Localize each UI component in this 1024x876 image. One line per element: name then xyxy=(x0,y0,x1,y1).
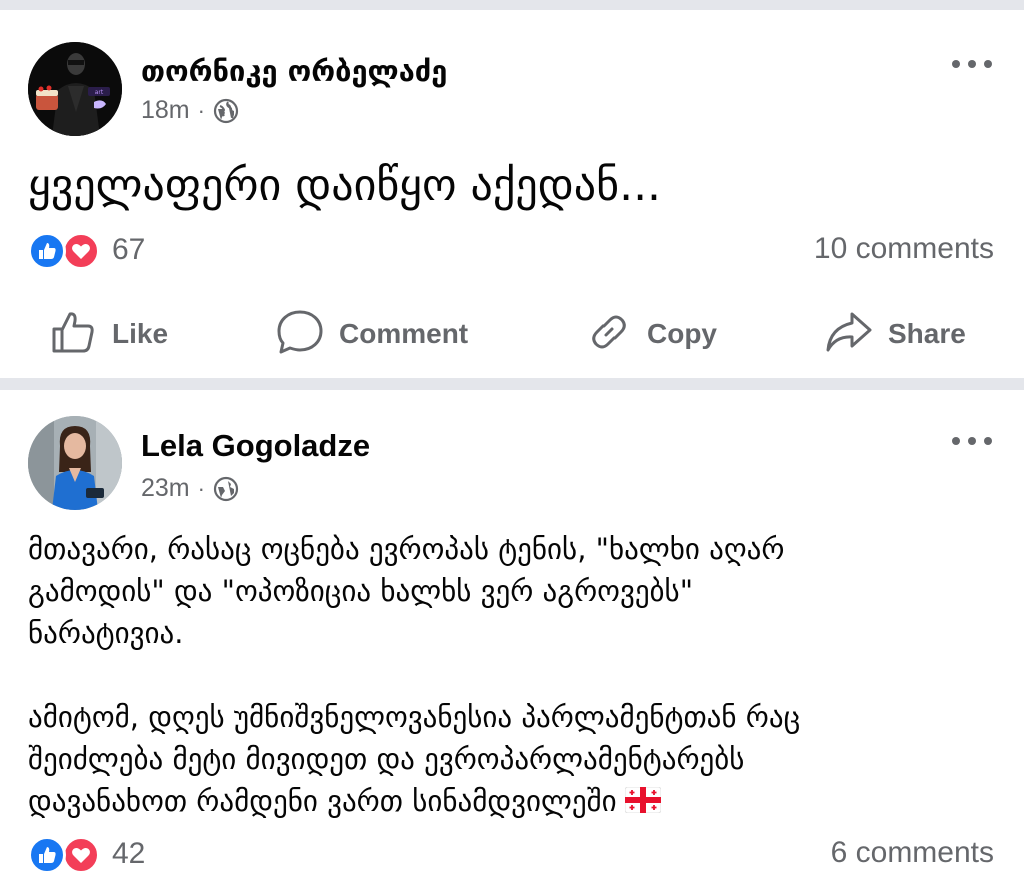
more-dot-icon xyxy=(984,437,992,445)
post-meta: 23m · xyxy=(141,474,239,503)
post-actions-bar: Like Comment Copy Share xyxy=(0,306,1024,362)
georgia-flag-icon xyxy=(624,782,662,824)
post-meta: 18m · xyxy=(141,96,239,125)
globe-icon xyxy=(213,98,239,124)
meta-separator: · xyxy=(197,97,205,123)
post-paragraph-text: ამიტომ, დღეს უმნიშვნელოვანესია პარლამენტ… xyxy=(28,700,801,818)
share-arrow-icon xyxy=(824,308,874,360)
feed-divider xyxy=(0,378,1024,390)
thumbs-up-icon xyxy=(50,308,98,360)
like-reaction-icon xyxy=(28,232,66,270)
reaction-count: 67 xyxy=(112,233,146,266)
reactions-summary[interactable]: 42 xyxy=(28,834,145,874)
comments-count-link[interactable]: 10 comments xyxy=(814,232,994,266)
more-dot-icon xyxy=(968,437,976,445)
post-paragraph: ამიტომ, დღეს უმნიშვნელოვანესია პარლამენტ… xyxy=(28,696,998,824)
avatar[interactable]: art xyxy=(28,42,122,136)
globe-icon xyxy=(213,476,239,502)
reactions-summary[interactable]: 67 xyxy=(28,230,145,270)
avatar[interactable] xyxy=(28,416,122,510)
comment-bubble-icon xyxy=(275,308,325,360)
like-label: Like xyxy=(112,318,169,349)
post-paragraph: მთავარი, რასაც ოცნება ევროპას ტენის, "ხა… xyxy=(28,532,785,650)
comments-count-link[interactable]: 6 comments xyxy=(831,836,994,870)
svg-text:art: art xyxy=(95,89,104,96)
copy-link-button[interactable]: Copy xyxy=(585,306,717,362)
love-reaction-icon xyxy=(62,836,100,874)
more-options-button[interactable] xyxy=(952,434,992,448)
reaction-count: 42 xyxy=(112,837,146,870)
feed-post: art თორნიკე ორბელაძე 18m · ყველაფერი დაი… xyxy=(0,10,1024,378)
author-name[interactable]: თორნიკე ორბელაძე xyxy=(141,54,447,88)
more-dot-icon xyxy=(984,60,992,68)
comment-button[interactable]: Comment xyxy=(275,306,468,362)
like-reaction-icon xyxy=(28,836,66,874)
copy-label: Copy xyxy=(647,318,717,349)
share-button[interactable]: Share xyxy=(824,306,966,362)
meta-separator: · xyxy=(197,475,205,501)
post-time[interactable]: 23m xyxy=(141,474,190,503)
post-time[interactable]: 18m xyxy=(141,96,190,125)
like-button[interactable]: Like xyxy=(50,306,168,362)
more-dot-icon xyxy=(968,60,976,68)
love-reaction-icon xyxy=(62,232,100,270)
post-text: ყველაფერი დაიწყო აქედან... xyxy=(28,160,662,211)
more-dot-icon xyxy=(952,437,960,445)
share-label: Share xyxy=(888,318,966,349)
more-dot-icon xyxy=(952,60,960,68)
post-text: მთავარი, რასაც ოცნება ევროპას ტენის, "ხა… xyxy=(28,528,998,824)
feed-divider-top xyxy=(0,0,1024,10)
more-options-button[interactable] xyxy=(952,57,992,71)
author-name[interactable]: Lela Gogoladze xyxy=(141,428,370,464)
feed-post: Lela Gogoladze 23m · მთავარი, რასაც ოცნე… xyxy=(0,390,1024,876)
comment-label: Comment xyxy=(339,318,469,349)
reaction-icons xyxy=(28,230,106,270)
link-icon xyxy=(585,308,633,360)
reaction-icons xyxy=(28,834,106,874)
